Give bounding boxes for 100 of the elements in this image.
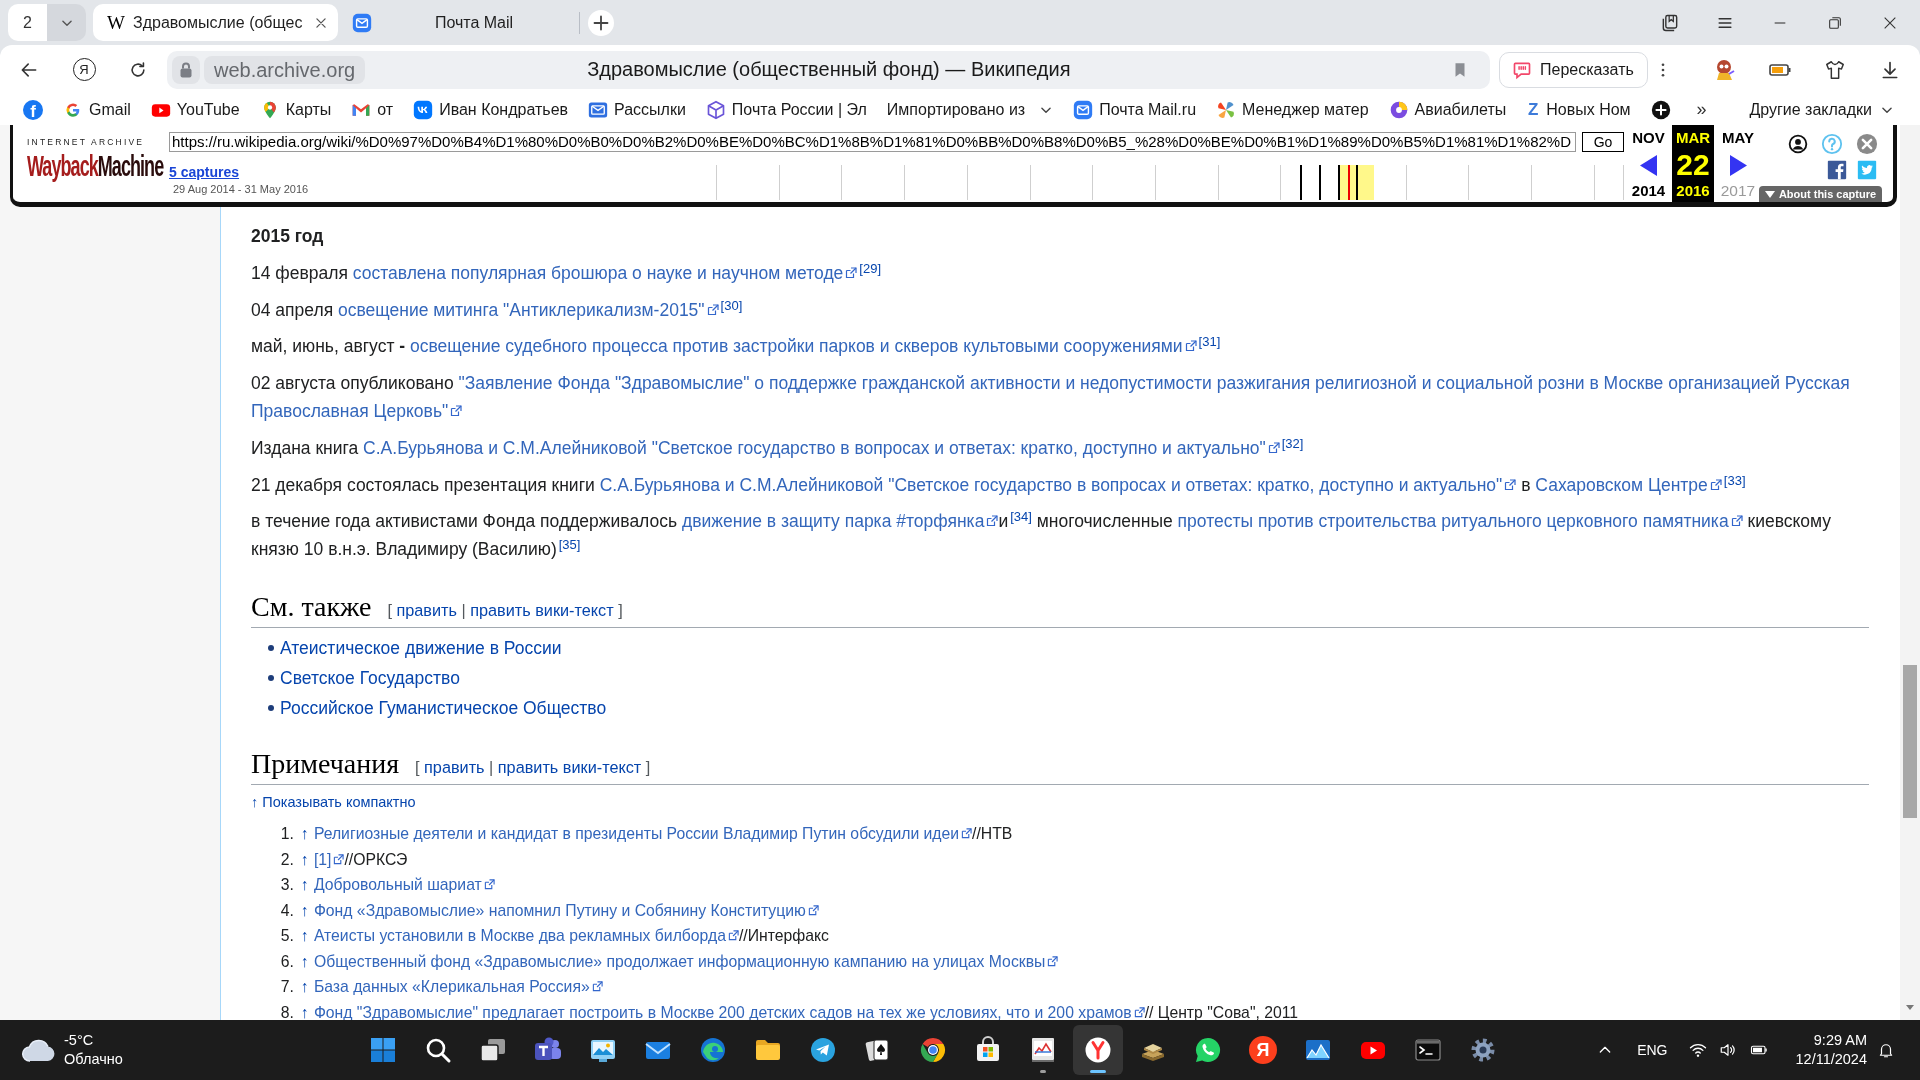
link[interactable]: протесты против строительства ритуального церковного памятника (1177, 511, 1729, 532)
link[interactable]: [1] (313, 850, 332, 868)
link[interactable]: Атеистическое движение в России (280, 634, 562, 663)
link[interactable]: С.А.Бурьянова и С.М.Алейниковой "Светское государство в вопросах и ответах: кратко, доступно и актуально" (599, 474, 1503, 495)
close-icon[interactable] (314, 15, 328, 30)
footnote-link[interactable]: [30] (720, 297, 743, 313)
link[interactable]: База данных «Клерикальная Россия» (313, 978, 590, 996)
link[interactable]: Фонд «Здравомыслие» напомнил Путину и Собянину Конституцию (313, 901, 806, 919)
go-button[interactable]: Go (1582, 132, 1624, 152)
month-link[interactable]: MAR (1675, 125, 1711, 149)
volume-icon[interactable] (1718, 1041, 1737, 1059)
footnote-link[interactable]: [33] (1723, 472, 1746, 488)
month-link[interactable]: NOV (1632, 125, 1665, 149)
bookmark[interactable]: Почта Mail.ru (1073, 99, 1197, 120)
bookmark[interactable]: Импортировано из (886, 100, 1054, 119)
tab[interactable]: W Здравомыслие (общес (93, 4, 338, 41)
backlink[interactable]: ↑ (301, 898, 309, 922)
share-square-icon[interactable] (1827, 160, 1847, 180)
link[interactable]: Атеисты установили в Москве два рекламных билборда (313, 927, 726, 945)
reload-icon[interactable] (128, 59, 148, 80)
search-icon[interactable] (424, 1036, 452, 1064)
link[interactable]: С.А.Бурьянова и С.М.Алейниковой "Светское государство в вопросах и ответах: кратко, доступно и актуально" (363, 437, 1266, 458)
chart-window-icon[interactable] (1029, 1036, 1057, 1064)
backlink[interactable]: ↑ (301, 949, 309, 973)
captures-link[interactable]: 5 captures (169, 163, 240, 181)
retell-button[interactable]: Пересказать (1499, 51, 1648, 88)
bookmark[interactable]: Карты (259, 99, 332, 120)
phone-bubble-icon[interactable] (1194, 1036, 1222, 1064)
fork-circle-icon[interactable] (1084, 1036, 1112, 1064)
user-icon[interactable] (1788, 134, 1808, 154)
link[interactable]: "Заявление Фонда "Здравомыслие" о поддержке гражданской активности и недопустимости разжигания религиозной и социальной розни в Москве организацией Русская (458, 373, 1850, 393)
link[interactable]: составлена популярная брошюра о науке и научном методе (352, 262, 844, 283)
footnote-link[interactable]: [29] (859, 260, 881, 276)
scrollbar-thumb[interactable] (1903, 665, 1917, 818)
backlink[interactable]: ↑ (301, 822, 309, 846)
about-capture-button[interactable]: About this capture (1759, 186, 1882, 202)
year-link[interactable]: 2014 (1631, 181, 1666, 202)
bookmark[interactable]: Менеджер матер (1216, 99, 1369, 120)
shopping-bag-icon[interactable] (974, 1036, 1002, 1064)
scrollbar[interactable] (1900, 125, 1920, 1020)
more-bookmarks-button[interactable]: » (1691, 99, 1712, 120)
backlink[interactable]: ↑ (301, 847, 309, 871)
edit-link[interactable]: править вики-текст (470, 601, 614, 620)
link[interactable]: Добровольный шариат (313, 876, 482, 894)
link[interactable]: движение в защиту парка #торфянка (682, 511, 985, 532)
language-indicator[interactable]: ENG (1637, 1042, 1668, 1058)
scroll-down-icon[interactable] (1905, 1002, 1915, 1012)
restore-icon[interactable] (1826, 14, 1843, 31)
letter-logo-icon[interactable]: f (23, 99, 43, 120)
wifi-icon[interactable] (1688, 1041, 1707, 1059)
notification-bell-icon[interactable] (1877, 1041, 1895, 1059)
clock[interactable]: 9:29 AM 12/11/2024 (1795, 1031, 1867, 1069)
start-icon[interactable] (369, 1036, 397, 1064)
footnote-link[interactable]: [32] (1281, 435, 1304, 451)
link[interactable]: Религиозные деятели и кандидат в президенты России Владимир Путин обсудили идеи (313, 825, 960, 843)
bookmark[interactable]: Почта России | Эл (705, 99, 867, 120)
close-icon[interactable] (1856, 133, 1878, 155)
bookmark[interactable]: YouTube (150, 99, 240, 120)
footnote-link[interactable]: [31] (1198, 334, 1221, 350)
bookmark[interactable]: Авиабилеты (1388, 99, 1507, 120)
bookmark[interactable]: Иван Кондратьев (413, 99, 569, 120)
link[interactable]: Сахаровском Центре (1535, 474, 1708, 495)
link[interactable]: освещение судебного процесса против застройки парков и скверов культовыми сооружениями (409, 336, 1183, 357)
bookmark[interactable]: Рассылки (588, 99, 686, 120)
tab[interactable]: Почта Mail (342, 4, 579, 41)
bookmark[interactable]: от (351, 99, 394, 120)
previous-arrow-icon[interactable] (1640, 154, 1657, 176)
bookmark[interactable]: Z Новых Ном (1526, 100, 1631, 119)
url-field[interactable]: https://ru.wikipedia.org/wiki/%D0%97%D0%B4%D1%80%D0%B0%D0%B2%D0%BE%D0%BC%D1%8B%D1%81%D0%BB%D0%B8%D0%B5_%28%D0%BE%D0%B1%D1%89%D0%B5%D1%81%D1%82%D (169, 132, 1576, 152)
terminal-icon[interactable] (1414, 1036, 1442, 1064)
link[interactable]: Российское Гуманистическое Общество (280, 694, 607, 723)
logo-wordmark[interactable]: WaybackMachine (27, 151, 164, 181)
month-link[interactable]: MAY (1722, 125, 1754, 149)
address-bar[interactable]: web.archive.org Здравомыслие (общественный фонд) — Википедия (167, 50, 1490, 89)
active-app-button[interactable] (1073, 1025, 1123, 1075)
link[interactable]: освещение митинга "Антиклерикализм-2015" (338, 299, 705, 320)
plus-circle-icon[interactable] (1650, 99, 1671, 120)
year-link[interactable]: 2016 (1676, 181, 1710, 202)
edit-link[interactable]: править (396, 601, 457, 620)
new-tab-icon[interactable] (588, 9, 614, 36)
backlink[interactable]: ↑ (301, 975, 309, 999)
link[interactable]: Православная Церковь" (251, 401, 449, 421)
backlink[interactable]: ↑ (301, 1000, 309, 1020)
gear-icon[interactable] (1469, 1036, 1497, 1064)
footnote-link[interactable]: [34] (1010, 509, 1032, 525)
segmented-circle-icon[interactable] (919, 1036, 947, 1064)
next-arrow-icon[interactable] (1729, 154, 1747, 176)
letter-logo-icon[interactable]: Я (1249, 1036, 1277, 1064)
cloud-icon[interactable] (21, 1037, 57, 1063)
shirt-icon[interactable] (1823, 58, 1846, 81)
paper-plane-icon[interactable] (809, 1036, 837, 1064)
edit-link[interactable]: править вики-текст (497, 758, 642, 777)
link[interactable]: Общественный фонд «Здравомыслие» продолжает информационную кампанию на улицах Москвы (313, 952, 1046, 970)
overlapping-windows-icon[interactable] (479, 1036, 507, 1064)
backlink[interactable]: ↑ (301, 924, 309, 948)
bookmark[interactable]: Gmail (63, 99, 131, 120)
footnote-link[interactable]: [35] (558, 537, 581, 553)
other-bookmarks-button[interactable]: Другие закладки (1749, 100, 1894, 119)
swirl-circle-icon[interactable] (699, 1036, 727, 1064)
edit-link[interactable]: править (424, 758, 485, 777)
